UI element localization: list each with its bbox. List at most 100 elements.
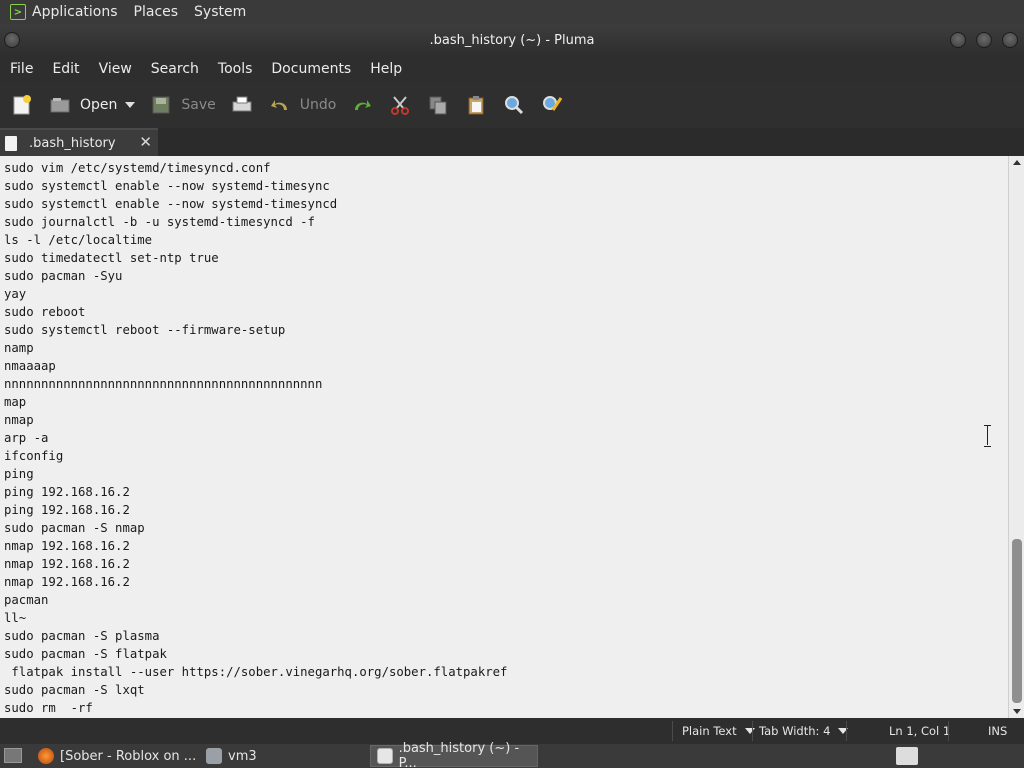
text-editor-area[interactable]: sudo vim /etc/systemd/timesyncd.conf sudo… — [0, 156, 1008, 718]
editor-line[interactable]: sudo pacman -S flatpak — [4, 645, 507, 663]
statusbar-divider — [948, 721, 949, 741]
menu-system[interactable]: System — [194, 4, 246, 20]
menu-view[interactable]: View — [99, 61, 132, 77]
chevron-down-icon — [125, 102, 136, 108]
window-title: .bash_history (~) - Pluma — [429, 32, 595, 48]
vertical-scrollbar[interactable] — [1008, 156, 1024, 718]
editor-line[interactable]: ping — [4, 465, 507, 483]
language-label: Plain Text — [682, 724, 737, 738]
statusbar-divider — [672, 721, 673, 741]
close-tab-icon[interactable]: ✕ — [139, 133, 152, 151]
task-pluma[interactable]: .bash_history (~) - P... — [370, 741, 538, 768]
undo-button[interactable]: Undo — [268, 89, 337, 121]
editor-line[interactable]: sudo journalctl -b -u systemd-timesyncd … — [4, 213, 507, 231]
statusbar-divider — [752, 721, 753, 741]
open-recent-dropdown[interactable] — [125, 89, 136, 121]
editor-line[interactable]: namp — [4, 339, 507, 357]
window-titlebar[interactable]: .bash_history (~) - Pluma — [0, 24, 1024, 56]
undo-icon — [268, 93, 292, 117]
menu-help[interactable]: Help — [370, 61, 402, 77]
editor-line[interactable]: sudo rm -rf — [4, 699, 507, 717]
folder-icon — [206, 748, 222, 764]
window-menu-icon[interactable] — [4, 32, 20, 48]
editor-line[interactable]: nmap 192.168.16.2 — [4, 555, 507, 573]
editor-line[interactable]: nmaaaap — [4, 357, 507, 375]
find-replace-icon — [540, 93, 564, 117]
redo-icon — [350, 93, 374, 117]
editor-line[interactable]: flatpak install --user https://sober.vin… — [4, 663, 507, 681]
editor-line[interactable]: sudo reboot — [4, 303, 507, 321]
statusbar-divider — [846, 721, 847, 741]
chevron-down-icon — [744, 728, 755, 734]
editor-line[interactable]: sudo timedatectl set-ntp true — [4, 249, 507, 267]
open-button[interactable]: Open — [48, 89, 117, 121]
scroll-up-icon[interactable] — [1013, 160, 1021, 165]
editor-line[interactable]: nmap — [4, 411, 507, 429]
notification-tray-icon[interactable] — [896, 747, 918, 765]
replace-button[interactable] — [540, 89, 564, 121]
maximize-button[interactable] — [976, 32, 992, 48]
save-icon — [149, 93, 173, 117]
new-button[interactable] — [10, 89, 34, 121]
editor-line[interactable]: map — [4, 393, 507, 411]
text-cursor-icon — [983, 425, 992, 447]
editor-line[interactable]: sudo pacman -S plasma — [4, 627, 507, 645]
editor-line[interactable]: sudo pacman -S lxqt — [4, 681, 507, 699]
tab-bash-history[interactable]: .bash_history ✕ — [0, 128, 158, 156]
menu-places[interactable]: Places — [134, 4, 179, 20]
menu-tools[interactable]: Tools — [218, 61, 253, 77]
editor-line[interactable]: nnnnnnnnnnnnnnnnnnnnnnnnnnnnnnnnnnnnnnnn… — [4, 375, 507, 393]
find-button[interactable] — [502, 89, 526, 121]
firefox-icon — [38, 748, 54, 764]
tab-width-selector[interactable]: Tab Width: 4 — [759, 721, 849, 741]
print-icon — [230, 93, 254, 117]
cut-button[interactable] — [388, 89, 412, 121]
close-window-button[interactable] — [1002, 32, 1018, 48]
editor-line[interactable]: arp -a — [4, 429, 507, 447]
copy-button[interactable] — [426, 89, 450, 121]
editor-line[interactable]: sudo pacman -Syu — [4, 267, 507, 285]
save-button[interactable]: Save — [149, 89, 216, 121]
open-label: Open — [80, 97, 118, 113]
editor-line[interactable]: ping 192.168.16.2 — [4, 483, 507, 501]
minimize-button[interactable] — [950, 32, 966, 48]
editor-line[interactable]: nmap 192.168.16.2 — [4, 573, 507, 591]
print-button[interactable] — [230, 89, 254, 121]
task-sober-roblox[interactable]: [Sober - Roblox on ... — [32, 745, 200, 767]
editor-line[interactable]: sudo pacman -S nmap — [4, 519, 507, 537]
editor-line[interactable]: sudo systemctl enable --now systemd-time… — [4, 177, 507, 195]
bottom-taskbar: [Sober - Roblox on ... vm3 .bash_history… — [0, 741, 1024, 768]
paste-button[interactable] — [464, 89, 488, 121]
task-label: vm3 — [228, 748, 257, 764]
undo-label: Undo — [299, 97, 337, 113]
task-label: .bash_history (~) - P... — [398, 741, 520, 768]
scroll-down-icon[interactable] — [1013, 709, 1021, 714]
menu-applications[interactable]: Applications — [32, 4, 118, 20]
editor-line[interactable]: sudo vim /etc/systemd/timesyncd.conf — [4, 159, 507, 177]
menu-edit[interactable]: Edit — [52, 61, 79, 77]
document-tabbar: .bash_history ✕ — [0, 128, 1024, 156]
task-vm3[interactable]: vm3 — [200, 745, 368, 767]
show-desktop-icon[interactable] — [4, 748, 22, 763]
mate-menu-icon[interactable]: > — [10, 4, 26, 20]
editor-text[interactable]: sudo vim /etc/systemd/timesyncd.conf sudo… — [4, 159, 507, 717]
editor-line[interactable]: nmap 192.168.16.2 — [4, 537, 507, 555]
editor-line[interactable]: yay — [4, 285, 507, 303]
language-selector[interactable]: Plain Text — [682, 721, 755, 741]
menu-file[interactable]: File — [10, 61, 33, 77]
scissors-icon — [388, 93, 412, 117]
menu-search[interactable]: Search — [151, 61, 199, 77]
editor-line[interactable]: ifconfig — [4, 447, 507, 465]
editor-line[interactable]: sudo systemctl reboot --firmware-setup — [4, 321, 507, 339]
editor-line[interactable]: ls -l /etc/localtime — [4, 231, 507, 249]
new-document-icon — [10, 93, 34, 117]
editor-line[interactable]: ping 192.168.16.2 — [4, 501, 507, 519]
text-editor-icon — [377, 748, 393, 764]
editor-line[interactable]: sudo systemctl enable --now systemd-time… — [4, 195, 507, 213]
scrollbar-thumb[interactable] — [1012, 539, 1022, 703]
editor-line[interactable]: pacman — [4, 591, 507, 609]
redo-button[interactable] — [350, 89, 374, 121]
menu-documents[interactable]: Documents — [271, 61, 351, 77]
tab-label: .bash_history — [29, 135, 116, 151]
editor-line[interactable]: ll~ — [4, 609, 507, 627]
